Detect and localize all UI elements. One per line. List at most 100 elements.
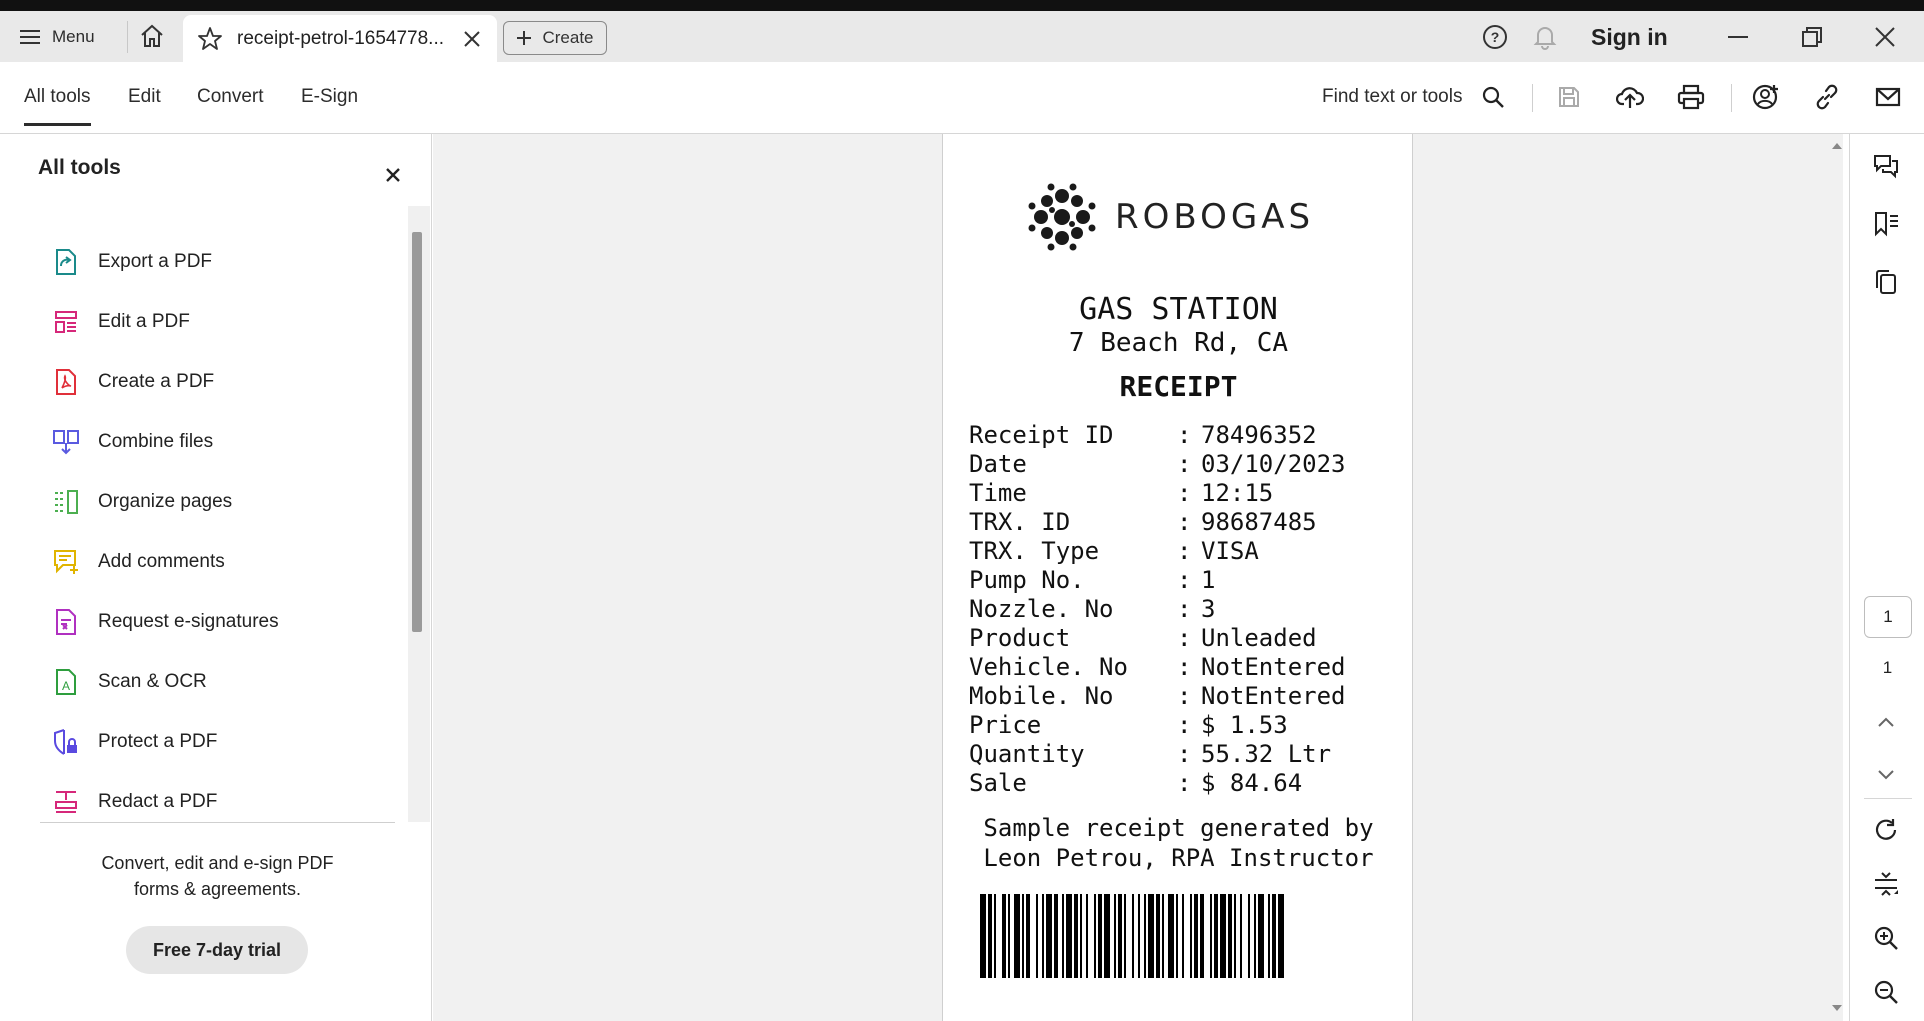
create-pdf-icon [50, 366, 82, 398]
print-button[interactable] [1676, 82, 1706, 112]
toolbar-divider [1532, 84, 1533, 112]
field-colon: : [1177, 537, 1192, 565]
barcode-bar [1042, 894, 1044, 978]
field-value: 55.32 Ltr [1201, 740, 1332, 768]
save-button[interactable] [1554, 82, 1584, 112]
minimize-button[interactable] [1723, 23, 1753, 51]
tool-label: Request e-signatures [98, 611, 279, 632]
barcode-bar [1156, 894, 1160, 978]
find-text-or-tools[interactable]: Find text or tools [1322, 86, 1462, 108]
tool-add-comments[interactable]: Add comments [50, 542, 390, 582]
email-button[interactable] [1873, 82, 1903, 112]
fit-page-button[interactable] [1868, 866, 1904, 902]
share-user-button[interactable] [1751, 82, 1781, 112]
field-colon: : [1177, 624, 1192, 652]
free-trial-button[interactable]: Free 7-day trial [126, 926, 308, 974]
rotate-icon [1875, 819, 1897, 840]
tool-edit-pdf[interactable]: Edit a PDF [50, 302, 390, 342]
tool-organize-pages[interactable]: Organize pages [50, 482, 390, 522]
pages-button[interactable] [1868, 264, 1904, 300]
scroll-up-arrow-icon[interactable] [1831, 142, 1843, 150]
tab-all-tools[interactable]: All tools [24, 86, 91, 126]
request-esignatures-icon [50, 606, 82, 638]
station-address: 7 Beach Rd, CA [1068, 328, 1289, 358]
comments-button[interactable] [1868, 148, 1904, 184]
search-button[interactable] [1478, 82, 1508, 112]
close-panel-button[interactable] [378, 160, 408, 190]
field-value: NotEntered [1201, 682, 1346, 710]
tool-combine-files[interactable]: Combine files [50, 422, 390, 462]
document-tab[interactable]: receipt-petrol-1654778... [183, 15, 497, 62]
station-name: GAS STATION [1079, 292, 1278, 327]
rotate-button[interactable] [1868, 812, 1904, 848]
barcode-bar [1104, 894, 1110, 978]
zoom-in-button[interactable] [1868, 920, 1904, 956]
svg-text:?: ? [1491, 29, 1500, 45]
tool-create-pdf[interactable]: Create a PDF [50, 362, 390, 402]
plus-icon [517, 31, 532, 45]
barcode-bar [1094, 894, 1096, 978]
scroll-down-arrow-icon[interactable] [1831, 1004, 1843, 1012]
field-key: Receipt ID [969, 421, 1114, 449]
field-value: NotEntered [1201, 653, 1346, 681]
field-colon: : [1177, 711, 1192, 739]
create-button[interactable]: Create [503, 21, 607, 55]
tool-export-pdf[interactable]: Export a PDF [50, 242, 390, 282]
bell-icon [1533, 27, 1557, 50]
brand-name: ROBOGAS [1115, 197, 1315, 237]
pdf-page: ROBOGAS GAS STATION 7 Beach Rd, CA RECEI… [942, 134, 1413, 1021]
receipt-field-row: Pump No.:1 [969, 566, 1346, 595]
menu-button[interactable]: Menu [20, 25, 95, 49]
home-icon [141, 24, 163, 47]
receipt-field-row: Date:03/10/2023 [969, 450, 1346, 479]
page-number-input[interactable]: 1 [1864, 596, 1912, 638]
receipt-field-row: Quantity:55.32 Ltr [969, 740, 1346, 769]
barcode-bar [1054, 894, 1058, 978]
field-value: $ 84.64 [1201, 769, 1303, 797]
main-toolbar: All tools Edit Convert E-Sign Find text … [0, 62, 1924, 134]
field-key: Nozzle. No [969, 595, 1114, 623]
close-icon [386, 168, 400, 182]
notifications-button[interactable] [1532, 24, 1558, 50]
barcode-bar [1194, 894, 1198, 978]
barcode-bar [1182, 894, 1184, 978]
help-button[interactable]: ? [1482, 24, 1508, 50]
panel-title: All tools [38, 156, 121, 179]
restore-button[interactable] [1797, 23, 1827, 51]
sign-in-link[interactable]: Sign in [1591, 24, 1668, 51]
tools-scrollbar-thumb[interactable] [412, 232, 422, 632]
organize-pages-icon [50, 486, 82, 518]
tab-edit[interactable]: Edit [128, 86, 161, 108]
svg-text:A: A [62, 679, 70, 693]
barcode-bar [1002, 894, 1006, 978]
bookmarks-button[interactable] [1868, 206, 1904, 242]
field-key: TRX. Type [969, 537, 1100, 565]
close-icon [1875, 27, 1895, 47]
field-colon: : [1177, 450, 1192, 478]
field-value: 3 [1201, 595, 1216, 623]
next-page-button[interactable] [1868, 757, 1904, 793]
copy-link-button[interactable] [1812, 82, 1842, 112]
barcode-bar [994, 894, 996, 978]
cloud-upload-icon [1616, 87, 1644, 108]
tool-redact-pdf[interactable]: Redact a PDF [50, 782, 390, 822]
barcode-bar [1098, 894, 1102, 978]
home-button[interactable] [139, 23, 165, 49]
previous-page-button[interactable] [1868, 704, 1904, 740]
tool-protect-pdf[interactable]: Protect a PDF [50, 722, 390, 762]
barcode-bar [1144, 894, 1146, 978]
barcode-bar [1138, 894, 1140, 978]
logo-bubbles-icon [1028, 183, 1096, 251]
close-window-button[interactable] [1870, 23, 1900, 51]
document-scrollbar[interactable] [1825, 134, 1849, 1021]
upload-button[interactable] [1615, 82, 1645, 112]
copy-pages-icon [1876, 270, 1896, 294]
zoom-out-button[interactable] [1868, 974, 1904, 1010]
tab-esign[interactable]: E-Sign [301, 86, 358, 108]
tab-title: receipt-petrol-1654778... [237, 27, 445, 49]
close-tab-icon[interactable] [463, 30, 481, 48]
tool-scan-ocr[interactable]: A Scan & OCR [50, 662, 390, 702]
field-key: Sale [969, 769, 1027, 797]
tab-convert[interactable]: Convert [197, 86, 264, 108]
tool-request-esignatures[interactable]: Request e-signatures [50, 602, 390, 642]
